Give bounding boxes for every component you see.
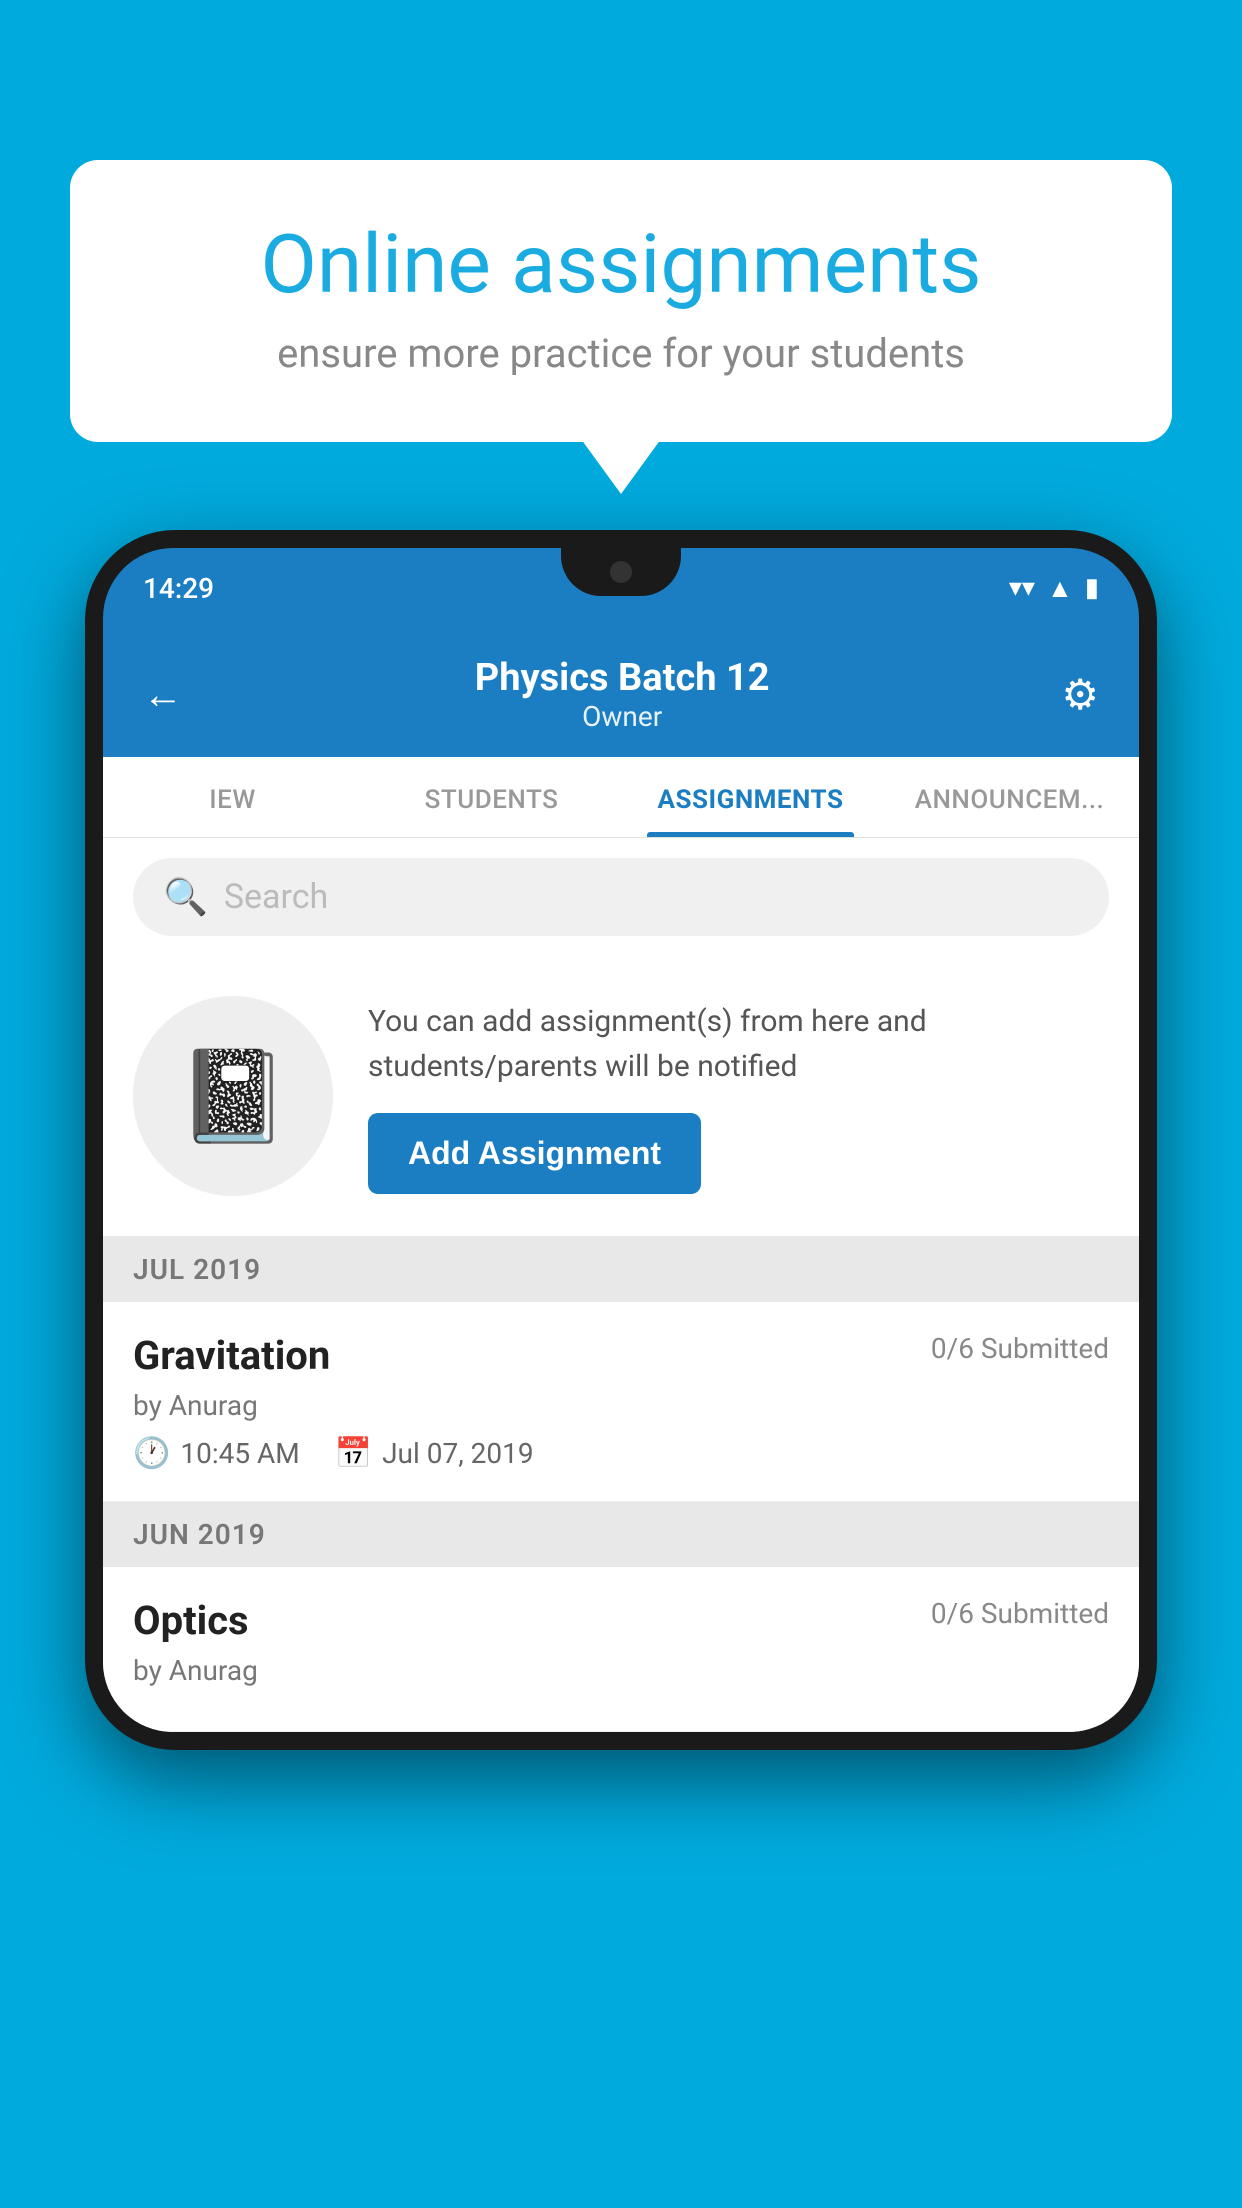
assignment-row-top-optics: Optics 0/6 Submitted bbox=[133, 1597, 1109, 1644]
assignment-by-optics: by Anurag bbox=[133, 1654, 1109, 1687]
promo-icon-circle: 📓 bbox=[133, 996, 333, 1196]
battery-icon: ▮ bbox=[1085, 573, 1099, 603]
tab-announcements[interactable]: ANNOUNCEM... bbox=[880, 757, 1139, 837]
camera-dot bbox=[610, 561, 632, 583]
assignment-submitted-optics: 0/6 Submitted bbox=[931, 1597, 1109, 1630]
section-header-jun-text: JUN 2019 bbox=[133, 1518, 266, 1551]
phone-wrapper: 14:29 ▾▾ ▲ ▮ ← Physics Batch 12 Owner ⚙ bbox=[85, 530, 1157, 1750]
add-assignment-promo: 📓 You can add assignment(s) from here an… bbox=[103, 956, 1139, 1237]
speech-bubble-title: Online assignments bbox=[140, 220, 1102, 310]
assignment-time: 🕐 10:45 AM bbox=[133, 1436, 300, 1471]
header-subtitle: Owner bbox=[183, 700, 1061, 733]
speech-bubble: Online assignments ensure more practice … bbox=[70, 160, 1172, 442]
search-icon: 🔍 bbox=[163, 876, 208, 918]
tabs-bar: IEW STUDENTS ASSIGNMENTS ANNOUNCEM... bbox=[103, 757, 1139, 838]
tab-assignments[interactable]: ASSIGNMENTS bbox=[621, 757, 880, 837]
notch bbox=[561, 548, 681, 596]
assignment-name-optics: Optics bbox=[133, 1597, 249, 1644]
promo-text: You can add assignment(s) from here and … bbox=[368, 999, 1099, 1089]
tab-iew[interactable]: IEW bbox=[103, 757, 362, 837]
search-bar[interactable]: 🔍 Search bbox=[133, 858, 1109, 936]
app-header: ← Physics Batch 12 Owner ⚙ bbox=[103, 628, 1139, 757]
status-icons: ▾▾ ▲ ▮ bbox=[1009, 573, 1099, 604]
back-button[interactable]: ← bbox=[143, 671, 183, 718]
phone-screen: ← Physics Batch 12 Owner ⚙ IEW STUDENTS … bbox=[103, 628, 1139, 1732]
settings-icon[interactable]: ⚙ bbox=[1061, 670, 1099, 720]
assignment-submitted-gravitation: 0/6 Submitted bbox=[931, 1332, 1109, 1365]
promo-right: You can add assignment(s) from here and … bbox=[368, 999, 1099, 1194]
header-title: Physics Batch 12 bbox=[183, 656, 1061, 700]
section-header-jun: JUN 2019 bbox=[103, 1502, 1139, 1567]
search-input-placeholder[interactable]: Search bbox=[224, 877, 328, 917]
assignment-item-optics[interactable]: Optics 0/6 Submitted by Anurag bbox=[103, 1567, 1139, 1732]
add-assignment-button[interactable]: Add Assignment bbox=[368, 1113, 701, 1194]
tab-students[interactable]: STUDENTS bbox=[362, 757, 621, 837]
clock-icon: 🕐 bbox=[133, 1436, 170, 1471]
status-bar: 14:29 ▾▾ ▲ ▮ bbox=[103, 548, 1139, 628]
section-header-jul-text: JUL 2019 bbox=[133, 1253, 261, 1286]
section-header-jul: JUL 2019 bbox=[103, 1237, 1139, 1302]
assignment-date-value: Jul 07, 2019 bbox=[382, 1437, 534, 1470]
assignment-meta-gravitation: 🕐 10:45 AM 📅 Jul 07, 2019 bbox=[133, 1436, 1109, 1471]
phone-outer: 14:29 ▾▾ ▲ ▮ ← Physics Batch 12 Owner ⚙ bbox=[85, 530, 1157, 1750]
speech-bubble-container: Online assignments ensure more practice … bbox=[70, 160, 1172, 442]
header-center: Physics Batch 12 Owner bbox=[183, 656, 1061, 733]
calendar-icon: 📅 bbox=[335, 1436, 372, 1471]
speech-bubble-subtitle: ensure more practice for your students bbox=[140, 330, 1102, 377]
signal-icon: ▲ bbox=[1047, 573, 1073, 604]
assignment-time-value: 10:45 AM bbox=[180, 1437, 299, 1470]
assignment-item-gravitation[interactable]: Gravitation 0/6 Submitted by Anurag 🕐 10… bbox=[103, 1302, 1139, 1502]
notebook-icon: 📓 bbox=[177, 1044, 289, 1149]
assignment-date: 📅 Jul 07, 2019 bbox=[335, 1436, 534, 1471]
assignment-by-gravitation: by Anurag bbox=[133, 1389, 1109, 1422]
status-time: 14:29 bbox=[143, 572, 214, 605]
search-container: 🔍 Search bbox=[103, 838, 1139, 956]
assignment-row-top: Gravitation 0/6 Submitted bbox=[133, 1332, 1109, 1379]
wifi-icon: ▾▾ bbox=[1009, 573, 1035, 603]
assignment-name-gravitation: Gravitation bbox=[133, 1332, 330, 1379]
